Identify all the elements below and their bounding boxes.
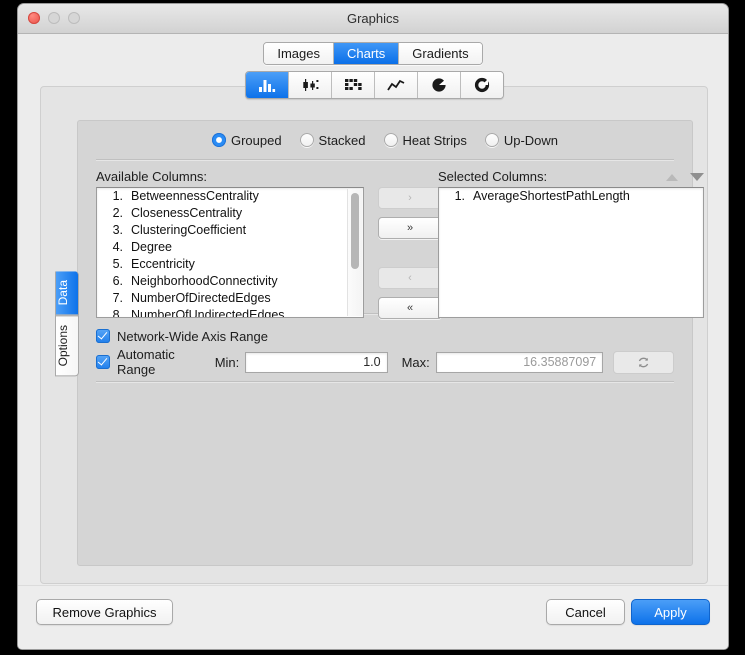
list-item-label: ClosenessCentrality	[131, 205, 242, 222]
move-down-icon[interactable]	[690, 173, 704, 181]
list-item-index: 2.	[103, 205, 123, 222]
list-item-index: 1.	[103, 188, 123, 205]
refresh-range-button[interactable]	[613, 351, 674, 374]
list-item-index: 6.	[103, 273, 123, 290]
radio-stacked-label: Stacked	[319, 133, 366, 148]
list-item[interactable]: 5. Eccentricity	[97, 256, 363, 273]
radio-grouped-dot	[212, 133, 226, 147]
ring-chart-icon[interactable]	[461, 72, 503, 98]
list-item-index: 7.	[103, 290, 123, 307]
min-input[interactable]: 1.0	[245, 352, 387, 373]
list-item[interactable]: 3. ClusteringCoefficient	[97, 222, 363, 239]
tab-charts[interactable]: Charts	[334, 43, 399, 64]
selected-columns-list[interactable]: 1. AverageShortestPathLength	[438, 187, 704, 318]
chart-type-toolbar	[41, 71, 707, 99]
cancel-button[interactable]: Cancel	[546, 599, 625, 625]
available-columns-label: Available Columns:	[96, 167, 364, 187]
add-all-button[interactable]: »	[378, 217, 442, 239]
list-item-label: NeighborhoodConnectivity	[131, 273, 278, 290]
tab-images[interactable]: Images	[264, 43, 334, 64]
remove-selected-button[interactable]: ‹	[378, 267, 442, 289]
graphics-dialog-window: Graphics Images Charts Gradients	[18, 4, 728, 649]
max-input[interactable]: 16.35887097	[436, 352, 603, 373]
radio-heat-strips-dot	[384, 133, 398, 147]
sidebar-item-options[interactable]: Options	[55, 315, 79, 376]
dialog-footer: Remove Graphics Cancel Apply	[18, 585, 728, 649]
radio-up-down[interactable]: Up-Down	[485, 133, 558, 148]
list-item-index: 3.	[103, 222, 123, 239]
title-bar: Graphics	[18, 4, 728, 34]
automatic-range-row: Automatic Range Min: 1.0 Max: 16.3588709…	[96, 349, 674, 375]
add-selected-button[interactable]: ›	[378, 187, 442, 209]
list-item-index: 1.	[445, 188, 465, 205]
list-item[interactable]: 8. NumberOfUndirectedEdges	[97, 307, 363, 318]
main-tab-bar: Images Charts Gradients	[18, 34, 728, 73]
tab-segmented-control: Images Charts Gradients	[263, 42, 482, 65]
sidebar-item-data[interactable]: Data	[55, 271, 79, 315]
divider-bottom	[96, 381, 674, 383]
available-columns-list[interactable]: 1. BetweennessCentrality 2. ClosenessCen…	[96, 187, 364, 318]
available-columns-block: Available Columns: 1. BetweennessCentral…	[96, 167, 364, 318]
sort-arrow-group	[666, 167, 704, 187]
list-item-label: AverageShortestPathLength	[473, 188, 630, 205]
radio-heat-strips[interactable]: Heat Strips	[384, 133, 467, 148]
remove-all-button[interactable]: «	[378, 297, 442, 319]
list-item[interactable]: 2. ClosenessCentrality	[97, 205, 363, 222]
min-label: Min:	[215, 355, 240, 370]
list-item-label: BetweennessCentrality	[131, 188, 259, 205]
charts-settings-card: Grouped Stacked Heat Strips Up-Down	[40, 86, 708, 584]
network-wide-label: Network-Wide Axis Range	[117, 329, 268, 344]
radio-grouped-label: Grouped	[231, 133, 282, 148]
radio-up-down-label: Up-Down	[504, 133, 558, 148]
list-item[interactable]: 1. AverageShortestPathLength	[439, 188, 703, 205]
selected-columns-label: Selected Columns:	[438, 167, 704, 187]
transfer-button-column: › » ‹ «	[378, 187, 426, 327]
move-up-icon[interactable]	[666, 174, 678, 181]
pie-chart-icon[interactable]	[418, 72, 461, 98]
radio-grouped[interactable]: Grouped	[212, 133, 282, 148]
available-columns-scrollbar[interactable]	[347, 189, 362, 316]
list-item-index: 4.	[103, 239, 123, 256]
list-item[interactable]: 7. NumberOfDirectedEdges	[97, 290, 363, 307]
selected-columns-block: Selected Columns: 1. AverageShortestPath…	[438, 167, 704, 318]
refresh-icon	[637, 356, 650, 369]
line-chart-icon[interactable]	[375, 72, 418, 98]
list-item[interactable]: 1. BetweennessCentrality	[97, 188, 363, 205]
radio-heat-strips-label: Heat Strips	[403, 133, 467, 148]
bar-chart-icon[interactable]	[246, 72, 289, 98]
side-tab-group: Data Options	[55, 271, 77, 377]
apply-button[interactable]: Apply	[631, 599, 710, 625]
list-item-label: Eccentricity	[131, 256, 195, 273]
radio-up-down-dot	[485, 133, 499, 147]
list-item-label: Degree	[131, 239, 172, 256]
data-options-panel: Grouped Stacked Heat Strips Up-Down	[77, 120, 693, 566]
max-label: Max:	[402, 355, 430, 370]
list-item-index: 5.	[103, 256, 123, 273]
list-item-label: NumberOfDirectedEdges	[131, 290, 271, 307]
automatic-range-checkbox[interactable]	[96, 355, 110, 369]
list-item-label: ClusteringCoefficient	[131, 222, 246, 239]
remove-graphics-button[interactable]: Remove Graphics	[36, 599, 173, 625]
list-item[interactable]: 6. NeighborhoodConnectivity	[97, 273, 363, 290]
columns-chooser: Available Columns: 1. BetweennessCentral…	[78, 161, 692, 313]
list-item-index: 8.	[103, 307, 123, 318]
radio-stacked[interactable]: Stacked	[300, 133, 366, 148]
radio-stacked-dot	[300, 133, 314, 147]
layout-radio-group: Grouped Stacked Heat Strips Up-Down	[78, 121, 692, 159]
window-title: Graphics	[18, 4, 728, 33]
list-item[interactable]: 4. Degree	[97, 239, 363, 256]
chart-type-segmented-control	[245, 71, 504, 99]
heat-strips-icon[interactable]	[332, 72, 375, 98]
box-plot-icon[interactable]	[289, 72, 332, 98]
tab-gradients[interactable]: Gradients	[399, 43, 481, 64]
network-wide-checkbox[interactable]	[96, 329, 110, 343]
automatic-range-label: Automatic Range	[117, 347, 201, 377]
scrollbar-thumb[interactable]	[351, 193, 359, 269]
list-item-label: NumberOfUndirectedEdges	[131, 307, 285, 318]
